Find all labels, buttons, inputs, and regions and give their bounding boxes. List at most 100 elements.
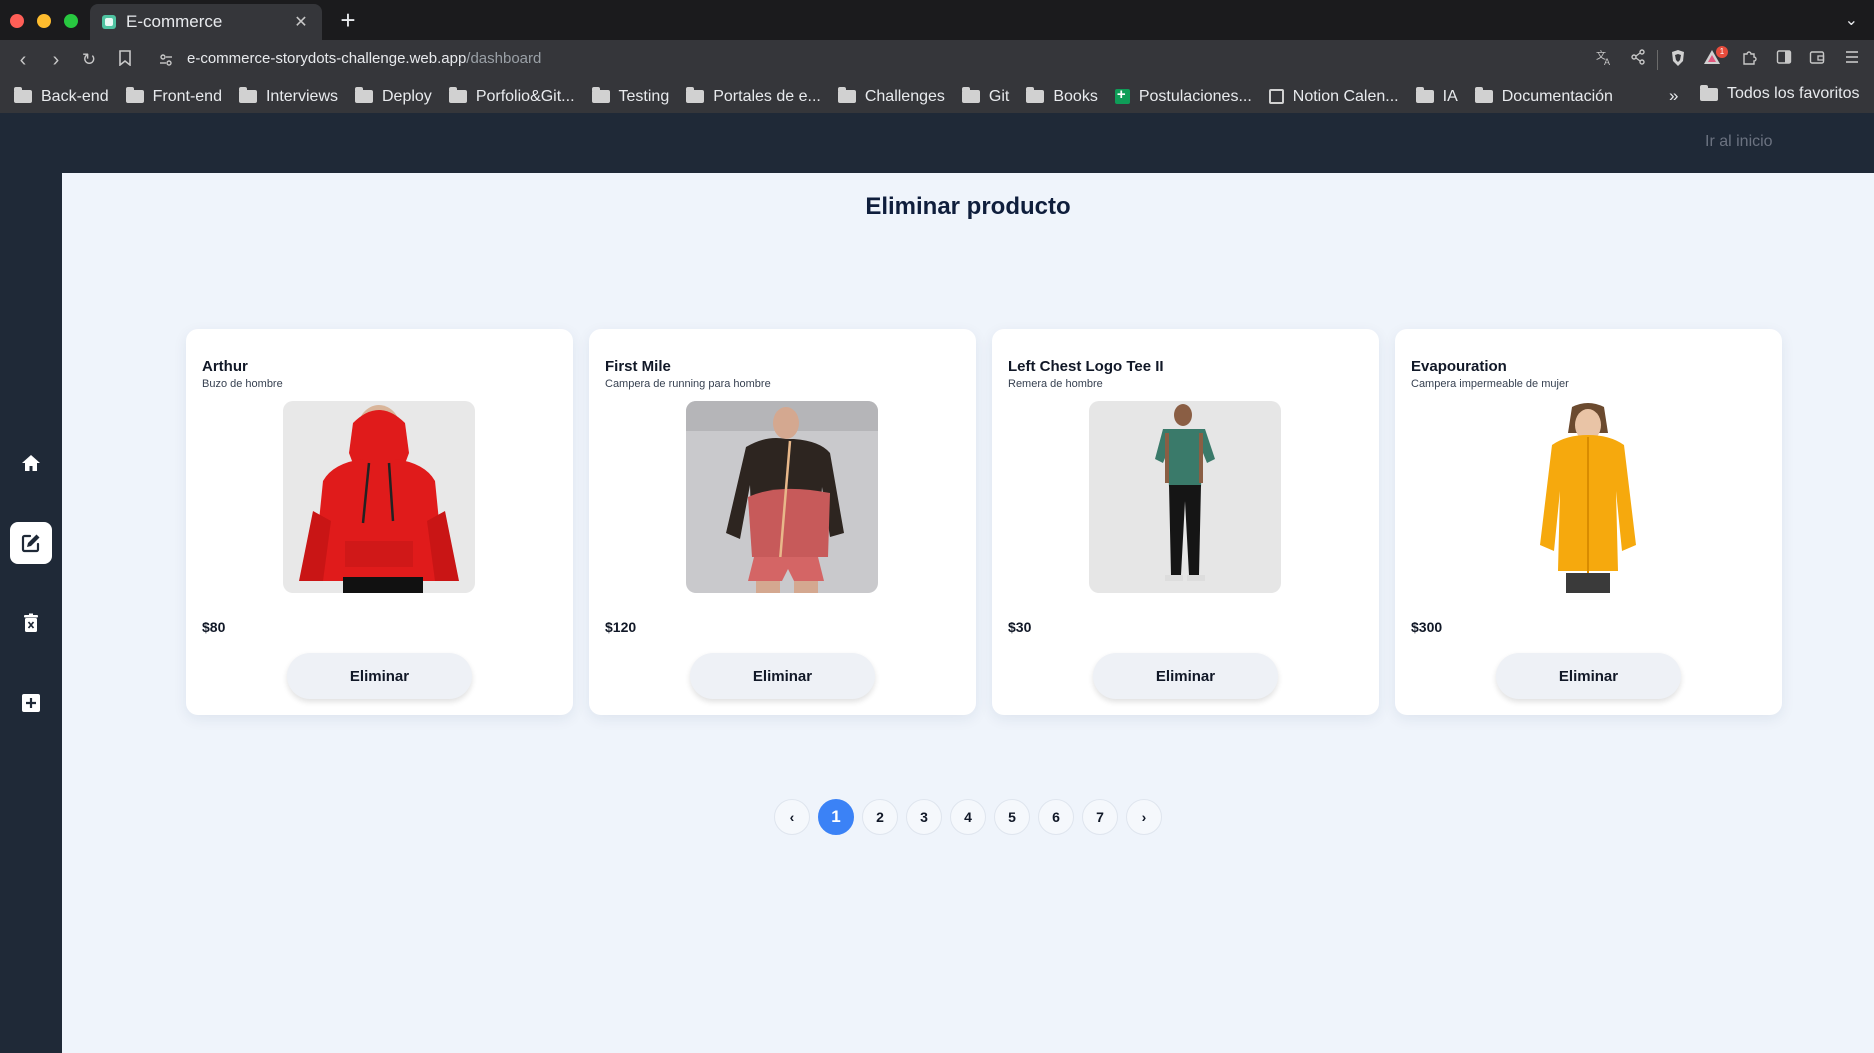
folder-icon [14,87,32,103]
brave-shield-icon[interactable] [1667,49,1689,71]
extension-badge: 1 [1716,46,1728,58]
sidebar [0,173,62,1053]
bookmark-label: Git [988,87,1010,105]
folder-icon [686,87,705,103]
folder-icon [355,87,373,103]
tab-close-icon[interactable]: ✕ [292,12,310,32]
pagination-page-3[interactable]: 3 [906,799,942,835]
folder-icon [591,87,610,103]
sidebar-item-edit[interactable] [10,522,52,564]
pagination-next-button[interactable]: › [1126,799,1162,835]
bookmark-challenges[interactable]: Challenges [837,87,945,106]
sidebar-item-delete[interactable] [10,602,52,644]
tab-search-chevron-icon[interactable]: ⌄ [1845,10,1858,30]
folder-icon [1700,84,1718,101]
bookmark-back-end[interactable]: Back-end [14,87,109,106]
home-icon [22,455,40,471]
bookmark-label: Challenges [864,87,945,105]
product-price: $80 [202,619,226,635]
bookmark-label: Back-end [41,87,109,105]
product-price: $120 [605,619,637,635]
translate-icon[interactable]: 文A [1593,49,1615,71]
wallet-icon[interactable] [1806,49,1828,71]
main-content: Eliminar producto Arthur Buzo de hombre … [62,173,1874,1053]
product-name: Left Chest Logo Tee II [1008,358,1164,375]
sidebar-toggle-icon[interactable] [1773,49,1795,71]
folder-icon [837,87,856,103]
new-tab-button[interactable]: + [336,6,360,34]
pagination-page-7[interactable]: 7 [1082,799,1118,835]
bookmark-label: Deploy [382,87,432,105]
pagination-prev-button[interactable]: ‹ [774,799,810,835]
url-path: /dashboard [466,50,542,67]
sheets-icon [1114,86,1130,104]
browser-tab-bar: E-commerce ✕ + ⌄ [0,0,1874,40]
menu-icon[interactable] [1841,49,1863,71]
pagination-page-4[interactable]: 4 [950,799,986,835]
page-title: Eliminar producto [865,193,1071,220]
calendar-icon [1268,89,1284,104]
site-info-icon[interactable] [158,52,174,68]
folder-icon [1026,87,1045,103]
product-description: Remera de hombre [1008,378,1103,390]
delete-product-button[interactable]: Eliminar [690,653,875,699]
minimize-window-button[interactable] [37,14,51,28]
bookmark-label: Interviews [265,87,338,105]
delete-icon [24,613,38,632]
browser-toolbar: ‹ › ↻ e-commerce-storydots-challenge.web… [0,40,1874,80]
product-card: Arthur Buzo de hombre $80 Eliminar [186,329,573,715]
bookmark-icon[interactable] [113,48,137,72]
product-image [1492,401,1684,593]
pagination-page-2[interactable]: 2 [862,799,898,835]
forward-arrow-icon[interactable]: › [44,48,68,72]
back-arrow-icon[interactable]: ‹ [11,48,35,72]
browser-tab[interactable]: E-commerce ✕ [90,4,322,40]
bookmark-postulaciones[interactable]: Postulaciones... [1114,86,1252,106]
sidebar-item-home[interactable] [10,442,52,484]
bookmark-porfolio[interactable]: Porfolio&Git... [448,87,575,106]
bookmark-label: Portales de e... [713,87,821,105]
bookmark-label: Testing [618,87,670,105]
delete-product-button[interactable]: Eliminar [287,653,472,699]
bookmark-front-end[interactable]: Front-end [125,87,222,106]
pagination-page-1[interactable]: 1 [818,799,854,835]
delete-product-button[interactable]: Eliminar [1496,653,1681,699]
bookmark-interviews[interactable]: Interviews [238,87,338,106]
bookmark-git[interactable]: Git [961,87,1010,106]
folder-icon [1474,87,1493,103]
pagination-page-6[interactable]: 6 [1038,799,1074,835]
bookmarks-bar: Back-end Front-end Interviews Deploy Por… [0,80,1874,113]
pagination-page-5[interactable]: 5 [994,799,1030,835]
edit-icon [21,534,40,553]
share-icon[interactable] [1627,49,1649,71]
maximize-window-button[interactable] [64,14,78,28]
reload-icon[interactable]: ↻ [77,48,101,72]
bookmark-ia[interactable]: IA [1415,87,1458,106]
bookmark-testing[interactable]: Testing [591,87,670,106]
folder-icon [238,87,257,103]
bookmark-portales[interactable]: Portales de e... [686,87,821,106]
folder-icon [961,87,980,103]
bookmark-notion-calendar[interactable]: Notion Calen... [1268,88,1399,106]
folder-icon [1415,87,1434,103]
delete-product-button[interactable]: Eliminar [1093,653,1278,699]
address-bar[interactable]: e-commerce-storydots-challenge.web.app/d… [187,50,541,67]
close-window-button[interactable] [10,14,24,28]
bookmark-label: IA [1442,87,1458,105]
bookmarks-overflow-button[interactable]: » [1669,86,1678,106]
bookmark-label: Documentación [1501,87,1613,105]
bookmark-deploy[interactable]: Deploy [355,87,432,106]
product-grid: Arthur Buzo de hombre $80 Eliminar First… [186,329,1786,717]
folder-icon [448,87,467,103]
all-bookmarks-folder[interactable]: Todos los favoritos [1700,84,1860,103]
bookmark-books[interactable]: Books [1026,87,1098,106]
sidebar-item-add[interactable] [10,682,52,724]
url-domain: e-commerce-storydots-challenge.web.app [187,50,467,67]
product-name: Evapouration [1411,358,1507,375]
product-image [283,401,475,593]
bookmark-label: Porfolio&Git... [475,87,575,105]
extensions-puzzle-icon[interactable] [1739,49,1761,71]
bookmark-documentacion[interactable]: Documentación [1474,87,1613,106]
product-image [686,401,878,593]
home-link[interactable]: Ir al inicio [1705,133,1773,151]
